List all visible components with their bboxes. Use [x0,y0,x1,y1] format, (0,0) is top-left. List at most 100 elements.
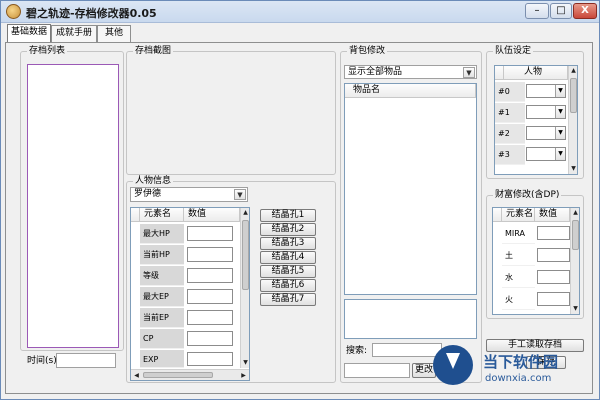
scroll-up-icon[interactable]: ▲ [241,208,249,217]
stat-value-cell[interactable] [187,331,233,346]
time-label: 时间(s): [27,356,60,366]
bag-filter-select[interactable]: 显示全部物品 ▼ [344,65,477,79]
stat-row-label: 最大HP [140,224,184,244]
col-header-value: 数值 [184,208,240,222]
dropdown-arrow-icon[interactable]: ▼ [555,106,565,118]
stat-row-label: 等级 [140,266,184,286]
party-row-label: #2 [495,124,525,144]
slot-3-button[interactable]: 结晶孔3 [260,237,316,250]
app-window: 碧之轨迹-存档修改器0.05 – □ X 基础数据 成就手册 其他 存档列表 时… [0,0,600,400]
time-input[interactable] [56,353,116,368]
stat-value-cell[interactable] [187,268,233,283]
stat-value-cell[interactable] [187,310,233,325]
window-title: 碧之轨迹-存档修改器0.05 [26,7,157,20]
scroll-thumb[interactable] [242,220,249,290]
slot-1-button[interactable]: 结晶孔1 [260,209,316,222]
party-row-label: #3 [495,145,525,165]
download-arrow-icon [446,353,460,369]
party-vertical-scrollbar[interactable]: ▲ ▼ [568,66,577,174]
dropdown-arrow-icon[interactable]: ▼ [555,148,565,160]
stat-row-label: 当前EP [140,308,184,328]
slot-5-button[interactable]: 结晶孔5 [260,265,316,278]
tab-panel-basic: 存档列表 时间(s): 存档截图 人物信息 罗伊德 ▼ 元素名 数值 最大HP … [5,42,593,394]
title-bar: 碧之轨迹-存档修改器0.05 – □ X [1,1,599,23]
scroll-thumb[interactable] [572,220,579,250]
search-label: 搜索: [346,346,368,356]
wealth-row-label: 水 [502,268,535,288]
watermark-brand: 当下软件园 [483,353,559,371]
stat-row-label: 当前HP [140,245,184,265]
wealth-row-label: MIRA [502,224,535,244]
dropdown-arrow-icon[interactable]: ▼ [463,67,475,78]
change-value-input[interactable] [344,363,410,378]
party-member-select[interactable]: ▼ [526,84,566,98]
scroll-thumb[interactable] [143,372,213,378]
col-header-element: 元素名 [502,208,535,222]
scroll-left-icon[interactable]: ◀ [132,371,141,380]
watermark-logo [433,345,473,385]
screenshot-label: 存档截图 [133,46,174,57]
grid-corner [131,208,140,222]
character-label: 人物信息 [133,176,174,187]
stat-row-label: 最大EP [140,287,184,307]
scroll-up-icon[interactable]: ▲ [571,208,579,217]
stat-row-label: EXP [140,350,184,368]
stat-value-cell[interactable] [187,247,233,262]
grid-corner [495,66,504,80]
stat-value-cell[interactable] [187,352,233,366]
scroll-down-icon[interactable]: ▼ [569,164,577,173]
party-row-label: #0 [495,82,525,102]
grid-corner [493,208,502,222]
tab-other[interactable]: 其他 [97,25,131,42]
stats-vertical-scrollbar[interactable]: ▲ ▼ [240,208,249,368]
save-list[interactable] [27,64,119,348]
party-member-select[interactable]: ▼ [526,105,566,119]
stat-row-label: CP [140,329,184,349]
party-row-label: #1 [495,103,525,123]
wealth-grid: 元素名 数值 MIRA 土 水 火 ▲ ▼ [492,207,580,315]
col-header-character: 人物 [504,66,568,80]
party-label: 队伍设定 [493,46,534,57]
dropdown-arrow-icon[interactable]: ▼ [555,127,565,139]
tab-basic-data[interactable]: 基础数据 [7,24,51,43]
party-member-select[interactable]: ▼ [526,147,566,161]
character-select-value: 罗伊德 [134,189,162,199]
stat-value-cell[interactable] [187,289,233,304]
slot-4-button[interactable]: 结晶孔4 [260,251,316,264]
character-stats-grid: 元素名 数值 最大HP 当前HP 等级 最大EP 当前EP CP EXP ▲ ▼… [130,207,250,381]
tab-achievements[interactable]: 成就手册 [51,25,97,42]
minimize-button[interactable]: – [525,3,549,19]
scroll-down-icon[interactable]: ▼ [571,304,579,313]
bag-detail-box[interactable] [344,299,477,339]
character-select[interactable]: 罗伊德 ▼ [130,187,248,202]
wealth-value-cell[interactable] [537,248,570,262]
close-button[interactable]: X [573,3,597,19]
dropdown-arrow-icon[interactable]: ▼ [555,85,565,97]
scroll-right-icon[interactable]: ▶ [239,371,248,380]
wealth-value-cell[interactable] [537,226,570,240]
wealth-label: 财富修改(含DP) [493,190,562,201]
col-header-element: 元素名 [140,208,184,222]
wealth-value-cell[interactable] [537,270,570,284]
wealth-value-cell[interactable] [537,292,570,306]
slot-2-button[interactable]: 结晶孔2 [260,223,316,236]
bag-item-list[interactable]: 物品名 [344,83,477,295]
wealth-row-label: 土 [502,246,535,266]
search-input[interactable] [372,343,442,357]
dropdown-arrow-icon[interactable]: ▼ [234,189,246,200]
wealth-row-label: 火 [502,290,535,310]
wealth-vertical-scrollbar[interactable]: ▲ ▼ [570,208,579,314]
slot-7-button[interactable]: 结晶孔7 [260,293,316,306]
slot-6-button[interactable]: 结晶孔6 [260,279,316,292]
watermark-domain: downxia.com [485,373,552,384]
bag-label: 背包修改 [347,46,388,57]
scroll-down-icon[interactable]: ▼ [241,358,249,367]
maximize-button[interactable]: □ [550,3,572,19]
scroll-thumb[interactable] [570,78,577,113]
col-header-item-name: 物品名 [345,84,476,98]
scroll-up-icon[interactable]: ▲ [569,66,577,75]
party-member-select[interactable]: ▼ [526,126,566,140]
stat-value-cell[interactable] [187,226,233,241]
stats-horizontal-scrollbar[interactable]: ◀ ▶ [131,369,249,380]
col-header-value: 数值 [535,208,570,222]
